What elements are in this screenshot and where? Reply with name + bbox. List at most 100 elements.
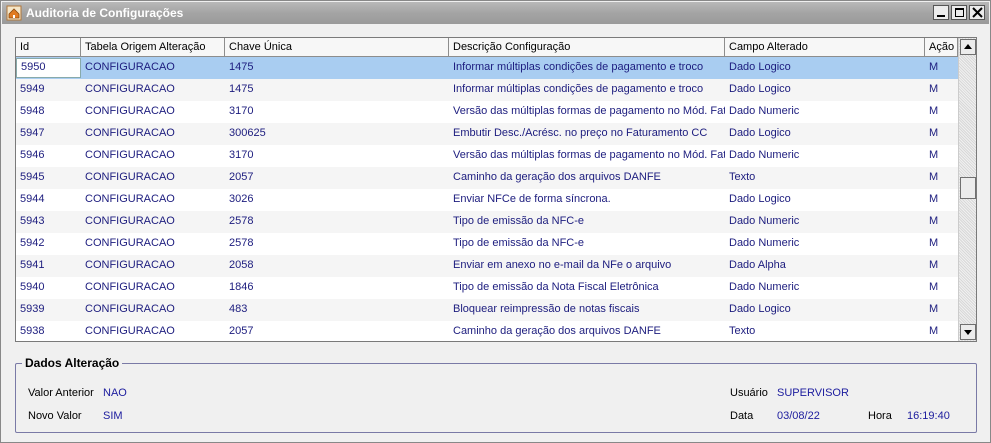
- cell-descricao: Caminho da geração dos arquivos DANFE: [453, 171, 661, 183]
- cell-chave: 2057: [229, 325, 254, 337]
- cell-descricao: Bloquear reimpressão de notas fiscais: [453, 303, 640, 315]
- cell-chave: 3170: [229, 149, 254, 161]
- cell-tabela: CONFIGURACAO: [85, 149, 175, 161]
- cell-acao: M: [929, 61, 939, 73]
- cell-acao: M: [929, 149, 939, 161]
- cell-descricao: Informar múltiplas condições de pagament…: [453, 83, 704, 95]
- cell-descricao: Embutir Desc./Acrésc. no preço no Fatura…: [453, 127, 708, 139]
- column-header-chave[interactable]: Chave Única: [225, 38, 449, 56]
- cell-campo: Dado Logico: [729, 83, 791, 95]
- cell-tabela: CONFIGURACAO: [85, 83, 175, 95]
- column-header-tabela[interactable]: Tabela Origem Alteração: [81, 38, 225, 56]
- cell-acao: M: [929, 259, 939, 271]
- table-row[interactable]: 5939 CONFIGURACAO 483 Bloquear reimpressão …: [16, 299, 958, 321]
- table-row[interactable]: 5942 CONFIGURACAO 2578 Tipo de emissão da N…: [16, 233, 958, 255]
- column-header-acao[interactable]: Ação: [925, 38, 958, 56]
- cell-descricao: Enviar NFCe de forma síncrona.: [453, 193, 611, 205]
- cell-acao: M: [929, 325, 939, 337]
- cell-chave: 2057: [229, 171, 254, 183]
- vertical-scrollbar[interactable]: [958, 38, 976, 341]
- app-icon: [6, 5, 22, 21]
- cell-chave: 1475: [229, 61, 254, 73]
- grid-header: Id Tabela Origem Alteração Chave Única D…: [16, 38, 958, 57]
- cell-acao: M: [929, 281, 939, 293]
- table-row[interactable]: 5940 CONFIGURACAO 1846 Tipo de emissão da N…: [16, 277, 958, 299]
- cell-tabela: CONFIGURACAO: [85, 105, 175, 117]
- cell-id: 5943: [20, 215, 45, 227]
- valor-anterior-value: NAO: [103, 387, 127, 399]
- cell-descricao: Tipo de emissão da NFC-e: [453, 237, 585, 249]
- cell-campo: Dado Numeric: [729, 215, 800, 227]
- cell-tabela: CONFIGURACAO: [85, 171, 175, 183]
- window-title: Auditoria de Configurações: [26, 6, 184, 20]
- audit-grid[interactable]: Id Tabela Origem Alteração Chave Única D…: [15, 37, 977, 342]
- cell-acao: M: [929, 193, 939, 205]
- table-row[interactable]: 5947 CONFIGURACAO 300625 Embutir Desc./Acré…: [16, 123, 958, 145]
- cell-id: 5950: [16, 58, 81, 78]
- table-row[interactable]: 5948 CONFIGURACAO 3170 Versão das múltiplas…: [16, 101, 958, 123]
- valor-anterior-label: Valor Anterior: [28, 387, 94, 399]
- cell-acao: M: [929, 83, 939, 95]
- cell-acao: M: [929, 237, 939, 249]
- cell-descricao: Versão das múltiplas formas de pagamento…: [453, 105, 725, 117]
- usuario-label: Usuário: [730, 387, 768, 399]
- cell-descricao: Enviar em anexo no e-mail da NFe o arqui…: [453, 259, 672, 271]
- scroll-up-button[interactable]: [960, 39, 976, 55]
- cell-acao: M: [929, 303, 939, 315]
- cell-descricao: Caminho da geração dos arquivos DANFE: [453, 325, 661, 337]
- table-row[interactable]: 5944 CONFIGURACAO 3026 Enviar NFCe de forma…: [16, 189, 958, 211]
- maximize-icon: [955, 8, 964, 17]
- table-row[interactable]: 5943 CONFIGURACAO 2578 Tipo de emissão da N…: [16, 211, 958, 233]
- scroll-down-button[interactable]: [960, 324, 976, 340]
- cell-campo: Dado Logico: [729, 303, 791, 315]
- cell-id: 5949: [20, 83, 45, 95]
- audit-window: Auditoria de Configurações Id Tabela Ori…: [0, 0, 991, 443]
- cell-chave: 2578: [229, 237, 254, 249]
- data-label: Data: [730, 410, 754, 422]
- cell-acao: M: [929, 127, 939, 139]
- maximize-button[interactable]: [951, 5, 967, 20]
- cell-id: 5940: [20, 281, 45, 293]
- cell-campo: Dado Alpha: [729, 259, 786, 271]
- cell-tabela: CONFIGURACAO: [85, 193, 175, 205]
- close-button[interactable]: [969, 5, 985, 20]
- cell-chave: 483: [229, 303, 248, 315]
- table-row[interactable]: 5949 CONFIGURACAO 1475 Informar múltiplas c…: [16, 79, 958, 101]
- cell-campo: Dado Numeric: [729, 149, 800, 161]
- cell-tabela: CONFIGURACAO: [85, 237, 175, 249]
- cell-campo: Texto: [729, 325, 756, 337]
- column-header-id[interactable]: Id: [16, 38, 81, 56]
- cell-id: 5939: [20, 303, 45, 315]
- cell-id: 5941: [20, 259, 45, 271]
- minimize-button[interactable]: [933, 5, 949, 20]
- table-row[interactable]: 5945 CONFIGURACAO 2057 Caminho da geração d…: [16, 167, 958, 189]
- data-value: 03/08/22: [777, 410, 820, 422]
- cell-campo: Dado Logico: [729, 127, 791, 139]
- cell-id: 5948: [20, 105, 45, 117]
- cell-chave: 1846: [229, 281, 254, 293]
- title-bar[interactable]: Auditoria de Configurações: [2, 2, 989, 24]
- arrow-down-icon: [964, 330, 972, 335]
- cell-descricao: Tipo de emissão da NFC-e: [453, 215, 585, 227]
- cell-campo: Dado Logico: [729, 61, 791, 73]
- cell-campo: Dado Numeric: [729, 281, 800, 293]
- grid-rows: 5950 CONFIGURACAO 1475 Informar múltiplas c…: [16, 57, 958, 341]
- cell-acao: M: [929, 171, 939, 183]
- table-row[interactable]: 5938 CONFIGURACAO 2057 Caminho da geração d…: [16, 321, 958, 341]
- minimize-icon: [937, 15, 945, 17]
- close-icon: [972, 7, 983, 18]
- table-row[interactable]: 5946 CONFIGURACAO 3170 Versão das múltiplas…: [16, 145, 958, 167]
- novo-valor-value: SIM: [103, 410, 123, 422]
- cell-campo: Dado Numeric: [729, 237, 800, 249]
- cell-id: 5944: [20, 193, 45, 205]
- table-row[interactable]: 5950 CONFIGURACAO 1475 Informar múltiplas c…: [16, 57, 958, 79]
- cell-tabela: CONFIGURACAO: [85, 281, 175, 293]
- cell-descricao: Versão das múltiplas formas de pagamento…: [453, 149, 725, 161]
- column-header-campo[interactable]: Campo Alterado: [725, 38, 925, 56]
- table-row[interactable]: 5941 CONFIGURACAO 2058 Enviar em anexo no e…: [16, 255, 958, 277]
- column-header-descricao[interactable]: Descrição Configuração: [449, 38, 725, 56]
- dados-alteracao-legend: Dados Alteração: [25, 356, 120, 370]
- cell-id: 5942: [20, 237, 45, 249]
- scroll-thumb[interactable]: [960, 177, 976, 199]
- cell-tabela: CONFIGURACAO: [85, 215, 175, 227]
